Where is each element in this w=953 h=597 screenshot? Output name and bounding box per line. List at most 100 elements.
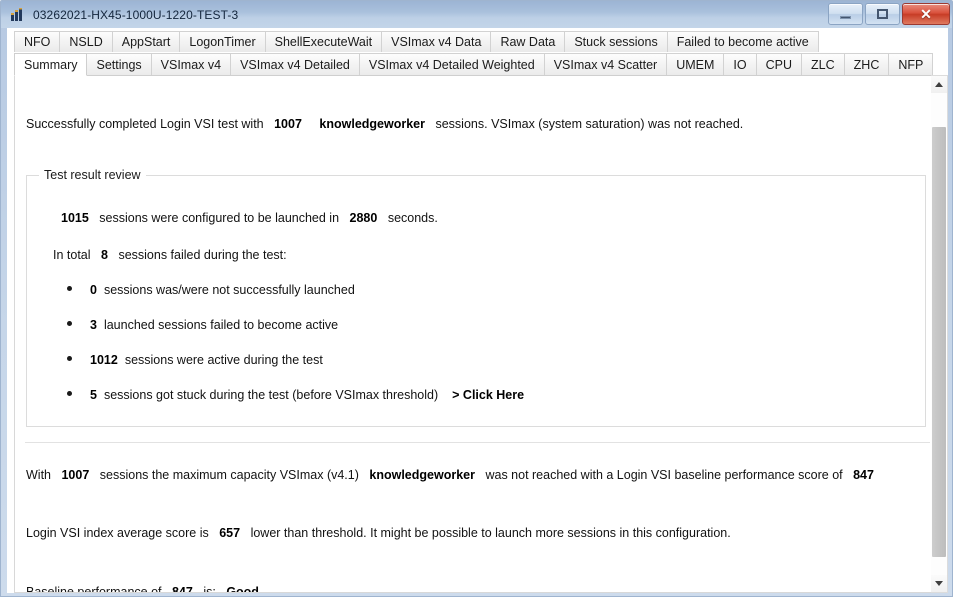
close-icon: ✕ [920, 6, 932, 22]
scroll-down-button[interactable] [931, 575, 947, 592]
tab-io[interactable]: IO [723, 53, 757, 76]
tab-logontimer[interactable]: LogonTimer [179, 31, 266, 52]
close-button[interactable]: ✕ [902, 3, 950, 25]
tab-settings[interactable]: Settings [86, 53, 152, 76]
headline-post: sessions. VSImax (system saturation) was… [435, 117, 744, 131]
window-controls: ✕ [828, 3, 950, 25]
tab-label: CPU [765, 58, 793, 72]
list-item: 0 sessions was/were not successfully lau… [67, 283, 355, 297]
tab-label: VSImax v4 [160, 58, 222, 72]
tab-label: ZLC [811, 58, 835, 72]
tab-label: NFO [24, 35, 51, 49]
tab-cpu[interactable]: CPU [755, 53, 803, 76]
tab-label: ZHC [853, 58, 880, 72]
bar-chart-icon [10, 7, 26, 23]
tab-stuck-sessions[interactable]: Stuck sessions [564, 31, 668, 52]
tab-label: IO [733, 58, 747, 72]
tab-label: VSImax v4 Data [391, 35, 482, 49]
bullet-icon [67, 391, 72, 396]
tab-raw-data[interactable]: Raw Data [490, 31, 566, 52]
stuck-sessions-click-here-link[interactable]: > Click Here [452, 388, 524, 402]
application-window: 03262021-HX45-1000U-1220-TEST-3 ✕ NFO NS… [0, 0, 953, 597]
title-bar[interactable]: 03262021-HX45-1000U-1220-TEST-3 ✕ [1, 1, 952, 28]
client-area: NFO NSLD AppStart LogonTimer ShellExecut… [7, 28, 948, 593]
tab-label: NSLD [69, 35, 103, 49]
tab-vsimax-v4-data[interactable]: VSImax v4 Data [381, 31, 492, 52]
configured-count: 1015 [61, 211, 89, 225]
capacity-pre: With [26, 468, 51, 482]
baseline-mid: is: [203, 585, 216, 593]
window-title: 03262021-HX45-1000U-1220-TEST-3 [33, 7, 239, 22]
capacity-line: With 1007 sessions the maximum capacity … [26, 468, 874, 482]
baseline-score: 847 [171, 585, 193, 593]
tab-label: VSImax v4 Scatter [553, 58, 658, 72]
headline-workload: knowledgeworker [319, 117, 425, 131]
bullet-count: 5 [90, 388, 97, 402]
bullet-icon [67, 356, 72, 361]
maximize-button[interactable] [865, 3, 900, 25]
tab-vsimax-v4-detailed-weighted[interactable]: VSImax v4 Detailed Weighted [358, 53, 545, 76]
bullet-count: 1012 [90, 353, 118, 367]
index-score-line: Login VSI index average score is 657 low… [26, 526, 731, 540]
tab-label: LogonTimer [189, 35, 256, 49]
tab-nsld[interactable]: NSLD [59, 31, 113, 52]
failed-count: 8 [101, 248, 108, 262]
scrollbar-track[interactable] [931, 93, 947, 575]
tab-vsimax-v4[interactable]: VSImax v4 [150, 53, 232, 76]
index-pre: Login VSI index average score is [26, 526, 209, 540]
capacity-score: 847 [853, 468, 874, 482]
vertical-scrollbar[interactable] [931, 75, 948, 593]
tab-zlc[interactable]: ZLC [801, 53, 845, 76]
configured-seconds: 2880 [349, 211, 378, 225]
capacity-sessions: 1007 [61, 468, 90, 482]
summary-panel: Successfully completed Login VSI test wi… [14, 75, 948, 593]
tab-summary[interactable]: Summary [14, 53, 88, 76]
failed-post: sessions failed during the test: [118, 248, 287, 262]
tab-label: Raw Data [500, 35, 556, 49]
tab-vsimax-v4-detailed[interactable]: VSImax v4 Detailed [230, 53, 360, 76]
index-post: lower than threshold. It might be possib… [250, 526, 731, 540]
tab-appstart[interactable]: AppStart [111, 31, 181, 52]
tab-row-primary: NFO NSLD AppStart LogonTimer ShellExecut… [14, 28, 948, 52]
tab-shellexecutewait[interactable]: ShellExecuteWait [264, 31, 383, 52]
list-item: 1012 sessions were active during the tes… [67, 353, 323, 367]
bullet-icon [67, 286, 72, 291]
tab-nfo[interactable]: NFO [14, 31, 61, 52]
bullet-text: sessions were active during the test [124, 353, 323, 367]
tab-label: VSImax v4 Detailed [240, 58, 350, 72]
capacity-mid1: sessions the maximum capacity VSImax (v4… [99, 468, 359, 482]
chevron-up-icon [935, 82, 943, 87]
capacity-mid2: was not reached with a Login VSI baselin… [485, 468, 843, 482]
minimize-icon [840, 15, 851, 19]
bullet-count: 0 [90, 283, 97, 297]
baseline-performance-line: Baseline performance of 847 is: Good [26, 585, 259, 593]
tab-failed-to-become-active[interactable]: Failed to become active [666, 31, 819, 52]
tab-label: NFP [898, 58, 924, 72]
capacity-workload: knowledgeworker [369, 468, 475, 482]
configured-post: seconds. [387, 211, 438, 225]
test-result-review-groupbox: Test result review 1015 sessions were co… [26, 168, 926, 427]
bullet-icon [67, 321, 72, 326]
bullet-text: sessions got stuck during the test (befo… [103, 388, 439, 402]
tab-vsimax-v4-scatter[interactable]: VSImax v4 Scatter [543, 53, 668, 76]
scroll-up-button[interactable] [931, 76, 947, 93]
tab-zhc[interactable]: ZHC [843, 53, 890, 76]
failed-pre: In total [53, 248, 91, 262]
tab-umem[interactable]: UMEM [666, 53, 725, 76]
tab-label: VSImax v4 Detailed Weighted [368, 58, 535, 72]
tab-nfp[interactable]: NFP [888, 53, 934, 76]
tab-label: UMEM [676, 58, 715, 72]
headline-session-count: 1007 [274, 117, 302, 131]
tab-label: Summary [24, 58, 78, 72]
failed-sessions-line: In total 8 sessions failed during the te… [53, 248, 287, 262]
headline-pre: Successfully completed Login VSI test wi… [26, 117, 264, 131]
baseline-pre: Baseline performance of [26, 585, 162, 593]
list-item: 5 sessions got stuck during the test (be… [67, 388, 524, 402]
configured-mid: sessions were configured to be launched … [99, 211, 340, 225]
bullet-count: 3 [90, 318, 97, 332]
tab-strip: NFO NSLD AppStart LogonTimer ShellExecut… [14, 28, 948, 76]
scrollbar-thumb[interactable] [932, 127, 946, 557]
tab-label: Settings [96, 58, 142, 72]
index-score: 657 [219, 526, 241, 540]
minimize-button[interactable] [828, 3, 863, 25]
